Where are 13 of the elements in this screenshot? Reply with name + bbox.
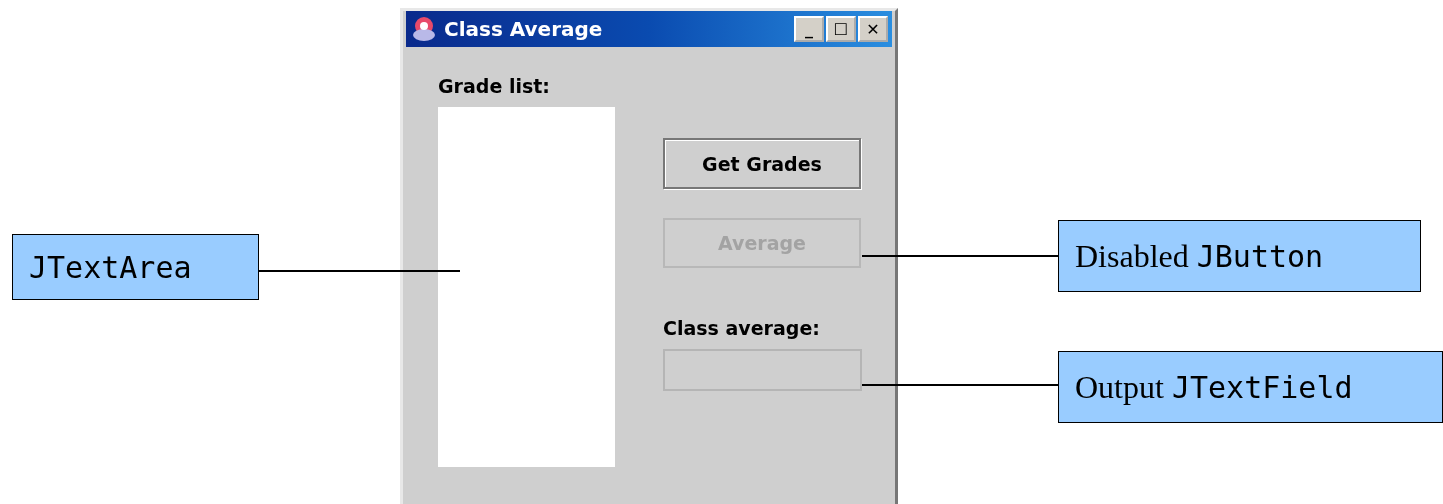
output-field[interactable]	[663, 349, 862, 391]
minimize-button[interactable]: _	[794, 16, 824, 42]
close-button[interactable]: ✕	[858, 16, 888, 42]
callout-label: JTextArea	[12, 234, 259, 300]
app-icon	[410, 15, 438, 43]
grade-list-area[interactable]	[438, 107, 615, 467]
grade-list-label: Grade list:	[438, 75, 551, 97]
action-button[interactable]: Get Grades	[663, 138, 861, 189]
callout-label: Disabled JButton	[1058, 220, 1421, 292]
class-average-label: Class average:	[663, 317, 821, 339]
window-title: Class Average	[444, 17, 604, 41]
callout-label: Output JTextField	[1058, 351, 1443, 423]
maximize-button[interactable]: ☐	[826, 16, 856, 42]
